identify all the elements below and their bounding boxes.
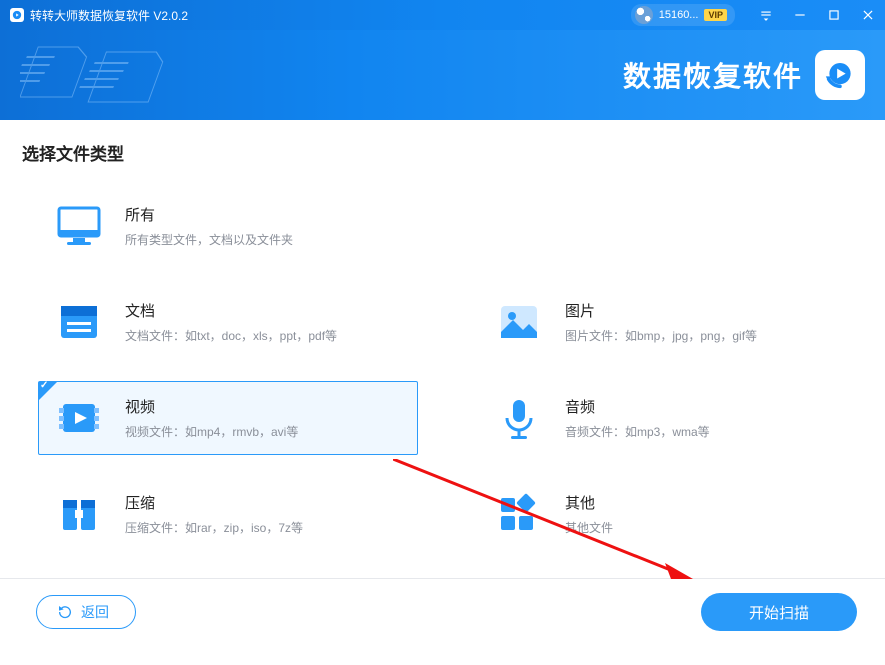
start-scan-label: 开始扫描 (749, 605, 809, 622)
content-area: 选择文件类型 所有 所有类型文件，文档以及文件夹 文档 文档文件 (0, 120, 885, 578)
vip-badge: VIP (704, 9, 727, 21)
user-chip[interactable]: 15160... VIP (631, 4, 735, 26)
tile-all-title: 所有 (125, 204, 293, 225)
section-title: 选择文件类型 (22, 140, 865, 165)
app-logo-icon (10, 8, 24, 22)
menu-dropdown-icon[interactable] (759, 8, 773, 22)
maximize-icon[interactable] (827, 8, 841, 22)
title-bar: 转转大师数据恢复软件 V2.0.2 15160... VIP (0, 0, 885, 30)
tile-video-title: 视频 (125, 396, 298, 417)
avatar-icon (635, 6, 653, 24)
tile-audio-desc: 音频文件：如mp3，wma等 (565, 423, 710, 440)
banner-decoration-icon (20, 42, 200, 112)
brand-logo-icon (815, 50, 865, 100)
tile-other-desc: 其他文件 (565, 519, 613, 536)
archive-icon (55, 490, 103, 538)
app-title: 转转大师数据恢复软件 V2.0.2 (30, 7, 188, 24)
tile-archive[interactable]: 压缩 压缩文件：如rar，zip，iso，7z等 (38, 477, 418, 551)
tile-image-desc: 图片文件：如bmp，jpg，png，gif等 (565, 327, 757, 344)
banner-title: 数据恢复软件 (623, 55, 803, 95)
tile-audio[interactable]: 音频 音频文件：如mp3，wma等 (478, 381, 858, 455)
tile-archive-desc: 压缩文件：如rar，zip，iso，7z等 (125, 519, 303, 536)
tile-all-desc: 所有类型文件，文档以及文件夹 (125, 231, 293, 248)
back-button-label: 返回 (81, 602, 109, 622)
other-icon (495, 490, 543, 538)
footer: 返回 开始扫描 (0, 578, 885, 645)
app-window: 转转大师数据恢复软件 V2.0.2 15160... VIP (0, 0, 885, 665)
back-button[interactable]: 返回 (36, 595, 136, 629)
minimize-icon[interactable] (793, 8, 807, 22)
tile-image[interactable]: 图片 图片文件：如bmp，jpg，png，gif等 (478, 285, 858, 359)
tile-video[interactable]: 视频 视频文件：如mp4，rmvb，avi等 (38, 381, 418, 455)
document-icon (55, 298, 103, 346)
tile-other[interactable]: 其他 其他文件 (478, 477, 858, 551)
monitor-icon (55, 202, 103, 250)
banner: 数据恢复软件 (0, 30, 885, 120)
start-scan-button[interactable]: 开始扫描 (701, 593, 857, 631)
tile-all[interactable]: 所有 所有类型文件，文档以及文件夹 (38, 189, 418, 263)
tile-document-desc: 文档文件：如txt，doc，xls，ppt，pdf等 (125, 327, 337, 344)
tile-other-title: 其他 (565, 492, 613, 513)
microphone-icon (495, 394, 543, 442)
tile-document[interactable]: 文档 文档文件：如txt，doc，xls，ppt，pdf等 (38, 285, 418, 359)
file-type-grid: 所有 所有类型文件，文档以及文件夹 文档 文档文件：如txt，doc，xls，p… (20, 189, 865, 551)
user-id: 15160... (659, 9, 699, 21)
image-icon (495, 298, 543, 346)
tile-document-title: 文档 (125, 300, 337, 321)
tile-audio-title: 音频 (565, 396, 710, 417)
tile-video-desc: 视频文件：如mp4，rmvb，avi等 (125, 423, 298, 440)
close-icon[interactable] (861, 8, 875, 22)
back-arrow-icon (57, 604, 73, 620)
video-icon (55, 394, 103, 442)
tile-archive-title: 压缩 (125, 492, 303, 513)
tile-image-title: 图片 (565, 300, 757, 321)
